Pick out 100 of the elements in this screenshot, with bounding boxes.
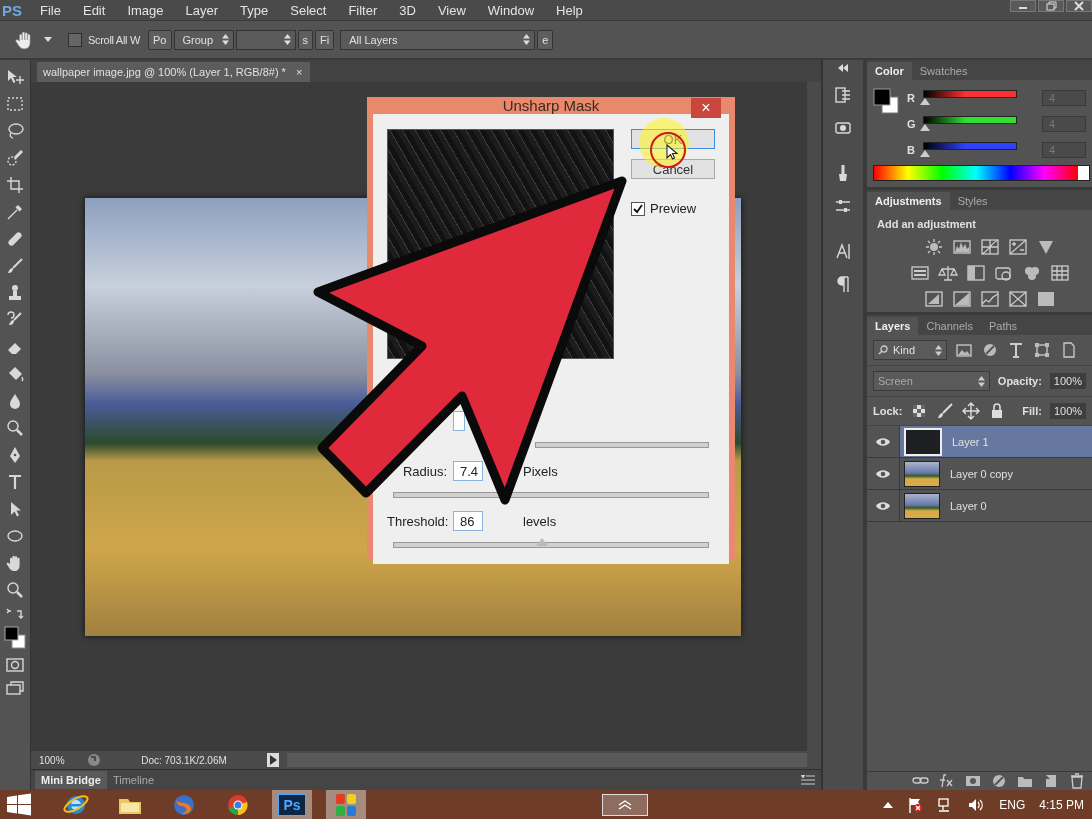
filter-dropdown[interactable]: Kind bbox=[873, 340, 947, 360]
dialog-button[interactable]: Cancel bbox=[631, 159, 715, 179]
menu-item[interactable]: Image bbox=[127, 2, 164, 18]
transform-icon[interactable] bbox=[1033, 341, 1051, 359]
layer-row[interactable]: Layer 0 copy bbox=[867, 458, 1092, 490]
slider-track[interactable] bbox=[393, 492, 709, 498]
fill-field[interactable]: 100% bbox=[1049, 403, 1087, 419]
quick-mask-icon[interactable] bbox=[5, 657, 25, 673]
menu-item[interactable]: File bbox=[40, 2, 61, 18]
half-circle-icon[interactable] bbox=[981, 341, 999, 359]
zoom-field[interactable]: 100% bbox=[39, 754, 79, 766]
slider-track[interactable] bbox=[535, 442, 709, 448]
channel-slider[interactable] bbox=[923, 89, 1017, 106]
collapse-arrows-icon[interactable] bbox=[837, 64, 849, 72]
layer-row[interactable]: Layer 1 bbox=[867, 426, 1092, 458]
menu-item[interactable]: Layer bbox=[185, 2, 219, 18]
grid-icon[interactable] bbox=[1048, 263, 1071, 283]
color-spectrum[interactable] bbox=[873, 165, 1090, 181]
panel-tab[interactable]: Layers bbox=[867, 317, 919, 335]
panel-tab[interactable]: Paths bbox=[980, 317, 1026, 335]
exposure-icon[interactable] bbox=[1006, 237, 1029, 257]
magnifier-icon[interactable] bbox=[5, 418, 25, 438]
color-swatches-icon[interactable] bbox=[873, 88, 899, 114]
crop-icon[interactable] bbox=[5, 175, 25, 195]
swap-arrows-icon[interactable] bbox=[5, 607, 25, 619]
start-icon[interactable] bbox=[4, 792, 34, 817]
dropdown-caret-icon[interactable] bbox=[44, 37, 52, 42]
clock[interactable]: 4:15 PM bbox=[1039, 797, 1084, 812]
play-arrow-icon[interactable] bbox=[267, 753, 279, 767]
menu-item[interactable]: Filter bbox=[348, 2, 378, 18]
panel-tab[interactable]: Timeline bbox=[106, 771, 161, 789]
half-circle-icon[interactable] bbox=[990, 772, 1008, 790]
menu-item[interactable]: View bbox=[437, 2, 466, 18]
preview-checkbox[interactable] bbox=[631, 201, 645, 216]
history-icon[interactable] bbox=[833, 85, 853, 105]
gradient-square-icon[interactable] bbox=[950, 289, 973, 309]
trash-icon[interactable] bbox=[1068, 772, 1086, 790]
channel-slider[interactable] bbox=[923, 115, 1017, 132]
panel-tab[interactable]: Adjustments bbox=[867, 192, 950, 210]
input-field[interactable] bbox=[453, 411, 465, 431]
tab-close-button[interactable]: × bbox=[295, 66, 303, 78]
restore-icon[interactable] bbox=[1038, 0, 1064, 12]
option-dropdown[interactable]: Group bbox=[173, 29, 234, 50]
curve-graph-icon[interactable] bbox=[978, 237, 1001, 257]
menu-item[interactable]: Select bbox=[290, 2, 327, 18]
flag-icon[interactable] bbox=[907, 796, 924, 813]
slider-thumb[interactable] bbox=[535, 538, 548, 546]
slider-thumb[interactable] bbox=[919, 97, 930, 105]
option-button[interactable]: s bbox=[297, 29, 313, 50]
option-button[interactable]: Po bbox=[148, 29, 172, 50]
close-button[interactable]: × bbox=[691, 98, 721, 118]
move-icon[interactable] bbox=[5, 67, 25, 87]
opacity-field[interactable]: 100% bbox=[1049, 373, 1086, 389]
move-arrows-icon[interactable] bbox=[962, 402, 981, 420]
menu-item[interactable]: Window bbox=[487, 2, 535, 18]
input-field[interactable]: 86 bbox=[453, 511, 483, 531]
eye-icon[interactable] bbox=[875, 468, 891, 479]
menu-item[interactable]: Edit bbox=[82, 2, 106, 18]
slider-thumb[interactable] bbox=[919, 123, 930, 131]
invert-square-icon[interactable] bbox=[922, 289, 945, 309]
show-toolbar-button[interactable] bbox=[601, 793, 648, 816]
lasso-icon[interactable] bbox=[5, 121, 25, 141]
panel-tab[interactable]: Channels bbox=[918, 317, 981, 335]
taskbar-button[interactable]: Ps bbox=[272, 790, 312, 819]
menu-item[interactable]: 3D bbox=[399, 2, 416, 18]
option-dropdown[interactable]: All Layers bbox=[340, 29, 536, 50]
quick-select-icon[interactable] bbox=[5, 148, 25, 168]
zoom-icon[interactable] bbox=[5, 580, 25, 600]
panel-tab[interactable]: Color bbox=[867, 62, 912, 80]
eye-icon[interactable] bbox=[875, 436, 891, 447]
type-icon[interactable] bbox=[1007, 341, 1025, 359]
option-button[interactable]: Fi bbox=[315, 29, 335, 50]
color-swatches-icon[interactable] bbox=[4, 626, 26, 650]
marquee-icon[interactable] bbox=[5, 94, 25, 114]
layer-row[interactable]: Layer 0 bbox=[867, 490, 1092, 522]
close-icon[interactable] bbox=[1066, 0, 1092, 12]
character-icon[interactable] bbox=[833, 241, 853, 261]
eye-icon[interactable] bbox=[875, 500, 891, 511]
hue-bars-icon[interactable] bbox=[908, 263, 931, 283]
menu-item[interactable]: Help bbox=[556, 2, 583, 18]
minimize-icon[interactable] bbox=[1010, 0, 1036, 12]
menu-item[interactable]: Type bbox=[240, 2, 269, 18]
option-button[interactable]: e bbox=[537, 29, 554, 50]
input-field[interactable]: 7.4 bbox=[453, 461, 483, 481]
scroll-all-checkbox[interactable] bbox=[68, 32, 82, 47]
x-square-icon[interactable] bbox=[1006, 289, 1029, 309]
screen-mode-icon[interactable] bbox=[5, 680, 25, 696]
language-indicator[interactable]: ENG bbox=[999, 797, 1026, 812]
document-tab[interactable]: wallpaper image.jpg @ 100% (Layer 1, RGB/8#) * × bbox=[37, 62, 311, 82]
image-filter-icon[interactable] bbox=[955, 341, 973, 359]
panel-tab[interactable]: Styles bbox=[949, 192, 996, 210]
scales-icon[interactable] bbox=[936, 263, 959, 283]
panel-tab[interactable]: Swatches bbox=[911, 62, 976, 80]
eyedropper-icon[interactable] bbox=[5, 202, 25, 222]
panel-tab[interactable]: Mini Bridge bbox=[35, 771, 107, 789]
up-caret-icon[interactable] bbox=[883, 801, 894, 808]
slider-thumb[interactable] bbox=[919, 149, 930, 157]
histogram-icon[interactable] bbox=[950, 237, 973, 257]
channel-slider[interactable] bbox=[923, 141, 1017, 158]
wave-square-icon[interactable] bbox=[978, 289, 1001, 309]
